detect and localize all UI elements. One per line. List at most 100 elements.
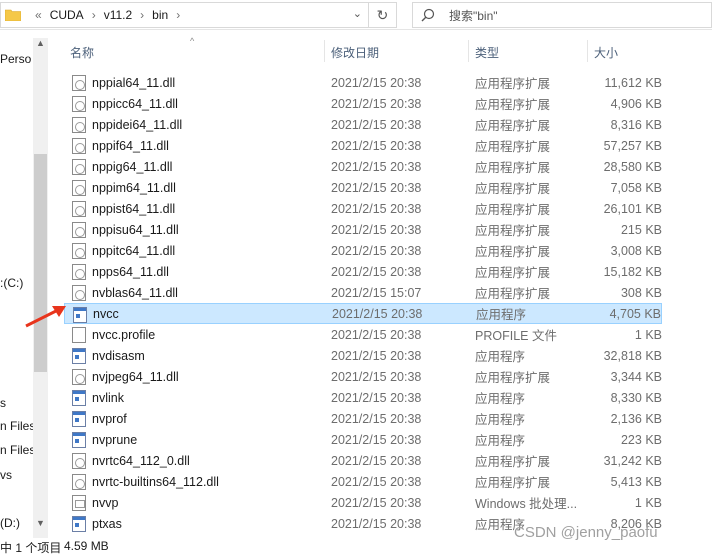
file-type: 应用程序扩展 xyxy=(475,245,551,259)
file-size: 215 KB xyxy=(620,222,662,237)
file-row[interactable]: nppif64_11.dll 2021/2/15 20:38 应用程序扩展 57,25… xyxy=(64,135,662,156)
folder-icon xyxy=(4,9,22,22)
file-type: 应用程序 xyxy=(475,350,526,364)
column-header-name[interactable]: 名称 xyxy=(70,44,94,61)
file-size: 57,257 KB xyxy=(603,138,662,153)
breadcrumb-separator[interactable]: › xyxy=(92,8,96,22)
file-date: 2021/2/15 20:38 xyxy=(331,453,422,468)
file-size: 4,705 KB xyxy=(609,306,661,321)
breadcrumb-v11-2[interactable]: v11.2 xyxy=(104,8,132,22)
search-box[interactable]: 搜索"bin" xyxy=(412,2,712,28)
breadcrumb-cuda[interactable]: CUDA xyxy=(50,8,84,22)
file-size: 4,906 KB xyxy=(610,96,662,111)
search-input[interactable]: 搜索"bin" xyxy=(449,7,498,24)
file-type: 应用程序扩展 xyxy=(475,98,551,112)
dll-icon xyxy=(72,201,86,217)
dll-icon xyxy=(72,222,86,238)
column-header-type[interactable]: 类型 xyxy=(475,44,499,61)
file-row[interactable]: nvrtc-builtins64_112.dll 2021/2/15 20:38 应… xyxy=(64,471,662,492)
breadcrumb-separator[interactable]: › xyxy=(140,8,144,22)
file-row[interactable]: nvcc 2021/2/15 20:38 应用程序 4,705 KB xyxy=(64,303,662,324)
scroll-thumb[interactable] xyxy=(34,154,47,372)
file-row[interactable]: nvprune 2021/2/15 20:38 应用程序 223 KB xyxy=(64,429,662,450)
dll-icon xyxy=(72,75,86,91)
column-header-size[interactable]: 大小 xyxy=(594,44,618,61)
nav-item-program-files[interactable]: n Files xyxy=(0,419,35,433)
file-type: 应用程序 xyxy=(476,308,527,322)
file-name: nppim64_11.dll xyxy=(92,180,176,195)
nav-item-windows[interactable]: vs xyxy=(0,468,12,482)
breadcrumb-separator[interactable]: › xyxy=(176,8,180,22)
file-size: 28,580 KB xyxy=(603,159,662,174)
file-type: 应用程序扩展 xyxy=(475,455,551,469)
file-date: 2021/2/15 20:38 xyxy=(331,96,422,111)
file-type: 应用程序扩展 xyxy=(475,182,551,196)
file-row[interactable]: nppisu64_11.dll 2021/2/15 20:38 应用程序扩展 215 … xyxy=(64,219,662,240)
file-row[interactable]: nvdisasm 2021/2/15 20:38 应用程序 32,818 KB xyxy=(64,345,662,366)
nav-item-d-drive[interactable]: (D:) xyxy=(0,516,20,530)
address-bar[interactable]: « CUDA › v11.2 › bin › ⌄ ↻ xyxy=(0,2,397,28)
breadcrumb: « CUDA › v11.2 › bin › xyxy=(27,8,188,22)
file-type: 应用程序 xyxy=(475,392,526,406)
exe-icon xyxy=(72,411,86,427)
file-row[interactable]: nvjpeg64_11.dll 2021/2/15 20:38 应用程序扩展 3,34… xyxy=(64,366,662,387)
file-size: 26,101 KB xyxy=(603,201,662,216)
file-size: 1 KB xyxy=(634,495,662,510)
file-type: 应用程序扩展 xyxy=(475,161,551,175)
nav-item-c-drive[interactable]: :(C:) xyxy=(0,276,23,290)
nav-item-s[interactable]: s xyxy=(0,396,6,410)
navigation-pane: Perso :(C:) s n Files n Files vs (D:) ▲ … xyxy=(0,38,48,541)
file-date: 2021/2/15 20:38 xyxy=(331,390,422,405)
file-date: 2021/2/15 20:38 xyxy=(331,201,422,216)
file-row[interactable]: npps64_11.dll 2021/2/15 20:38 应用程序扩展 15,182… xyxy=(64,261,662,282)
column-divider[interactable] xyxy=(324,40,325,62)
column-divider[interactable] xyxy=(587,40,588,62)
file-type: 应用程序扩展 xyxy=(475,371,551,385)
chevron-down-icon[interactable]: ⌄ xyxy=(353,7,362,20)
exe-icon xyxy=(72,390,86,406)
dll-icon xyxy=(72,138,86,154)
file-name: nppial64_11.dll xyxy=(92,75,176,90)
file-name: nvprune xyxy=(92,432,138,447)
file-name: nppist64_11.dll xyxy=(92,201,176,216)
nav-scrollbar[interactable]: ▲ ▼ xyxy=(33,38,48,541)
file-name: nppig64_11.dll xyxy=(92,159,173,174)
file-size: 308 KB xyxy=(620,285,662,300)
file-row[interactable]: nppial64_11.dll 2021/2/15 20:38 应用程序扩展 11,6… xyxy=(64,72,662,93)
breadcrumb-overflow[interactable]: « xyxy=(35,8,42,22)
column-divider[interactable] xyxy=(468,40,469,62)
file-row[interactable]: nvlink 2021/2/15 20:38 应用程序 8,330 KB xyxy=(64,387,662,408)
file-row[interactable]: nvvp 2021/2/15 20:38 Windows 批处理... 1 KB xyxy=(64,492,662,513)
file-type: 应用程序扩展 xyxy=(475,140,551,154)
file-name: nvlink xyxy=(92,390,124,405)
scroll-down-icon[interactable]: ▼ xyxy=(33,518,48,532)
file-row[interactable]: nvrtc64_112_0.dll 2021/2/15 20:38 应用程序扩展 31… xyxy=(64,450,662,471)
file-row[interactable]: nppim64_11.dll 2021/2/15 20:38 应用程序扩展 7,058… xyxy=(64,177,662,198)
nav-item-program-files-x86[interactable]: n Files xyxy=(0,443,35,457)
document-icon xyxy=(72,327,86,343)
file-row[interactable]: nppist64_11.dll 2021/2/15 20:38 应用程序扩展 26,1… xyxy=(64,198,662,219)
file-row[interactable]: nppidei64_11.dll 2021/2/15 20:38 应用程序扩展 8,3… xyxy=(64,114,662,135)
file-date: 2021/2/15 20:38 xyxy=(331,243,422,258)
file-type: 应用程序 xyxy=(475,434,526,448)
file-row[interactable]: nvprof 2021/2/15 20:38 应用程序 2,136 KB xyxy=(64,408,662,429)
file-size: 223 KB xyxy=(620,432,662,447)
column-header-date[interactable]: 修改日期 xyxy=(331,44,379,61)
file-name: nvvp xyxy=(92,495,119,510)
top-bar: « CUDA › v11.2 › bin › ⌄ ↻ 搜索"bin" xyxy=(0,0,712,30)
file-date: 2021/2/15 20:38 xyxy=(332,306,423,321)
file-name: npps64_11.dll xyxy=(92,264,169,279)
file-name: nvcc.profile xyxy=(92,327,156,342)
file-row[interactable]: nppig64_11.dll 2021/2/15 20:38 应用程序扩展 28,58… xyxy=(64,156,662,177)
refresh-icon: ↻ xyxy=(376,6,389,23)
nav-item-personal[interactable]: Perso xyxy=(0,52,31,66)
refresh-button[interactable]: ↻ xyxy=(368,2,396,28)
scroll-up-icon[interactable]: ▲ xyxy=(33,38,48,52)
file-row[interactable]: nvcc.profile 2021/2/15 20:38 PROFILE 文件 1 K… xyxy=(64,324,662,345)
breadcrumb-bin[interactable]: bin xyxy=(152,8,168,22)
file-name: nvprof xyxy=(92,411,127,426)
file-row[interactable]: nppitc64_11.dll 2021/2/15 20:38 应用程序扩展 3,00… xyxy=(64,240,662,261)
dll-icon xyxy=(72,96,86,112)
file-row[interactable]: nppicc64_11.dll 2021/2/15 20:38 应用程序扩展 4,90… xyxy=(64,93,662,114)
file-row[interactable]: nvblas64_11.dll 2021/2/15 15:07 应用程序扩展 308 … xyxy=(64,282,662,303)
